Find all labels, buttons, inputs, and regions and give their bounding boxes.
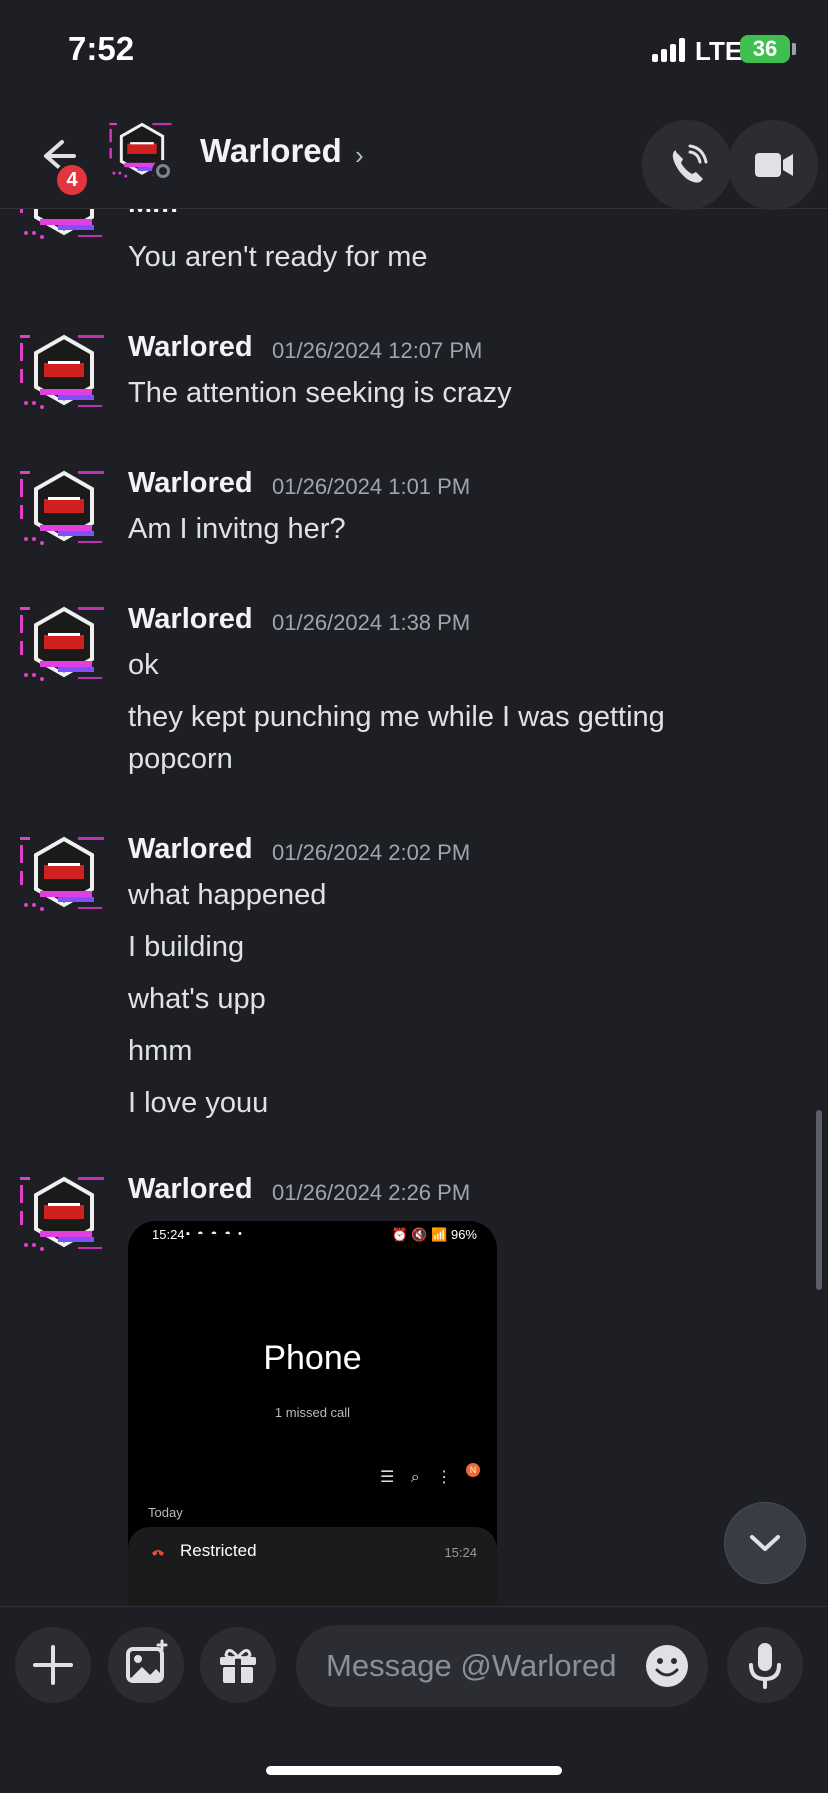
microphone-icon [749,1643,781,1689]
message-author[interactable]: Warlored [128,467,253,500]
channel-title[interactable]: Warlored [200,132,342,170]
status-bar: 7:52 LTE 36 [0,0,828,100]
video-camera-icon [755,153,793,177]
presence-status-icon [152,160,174,182]
message-timestamp: 01/26/2024 2:02 PM [272,840,471,865]
avatar[interactable] [18,331,110,415]
message-timestamp: 01/26/2024 2:26 PM [272,1180,471,1205]
message-author[interactable]: Warlored [128,331,253,364]
message-text: I love youu [128,1087,269,1119]
voice-message-button[interactable] [727,1627,803,1703]
gift-button[interactable] [200,1627,276,1703]
signal-icon [652,38,688,62]
missed-call-icon [152,1550,164,1556]
image-icon [126,1639,168,1683]
attachment-call-time: 15:24 [444,1545,477,1560]
avatar[interactable] [18,1173,110,1257]
message-timestamp: 01/26/2024 1:01 PM [272,474,471,499]
message-text: ok [128,649,159,681]
phone-icon [672,144,708,183]
message-input[interactable] [324,1643,628,1689]
message-author[interactable]: Warlored [128,1173,253,1206]
unread-badge: 4 [54,162,90,198]
battery-cap [792,43,796,55]
message-author[interactable]: Warlored [128,603,253,636]
attachment-status-right: ⏰ 🔇 📶 96% [391,1227,477,1242]
attachment-missed-call: 1 missed call [274,1405,351,1420]
chevron-down-icon [750,1535,780,1551]
home-indicator[interactable] [266,1766,562,1775]
attachment-call-name: Restricted [180,1541,257,1560]
attachment-toolbar-icons: ☰ ⌕ ⋮ [380,1469,459,1486]
attachment-status-icons: ▪ ◓ ◓ ◓ • [186,1228,244,1240]
message-text: The attention seeking is crazy [128,377,512,409]
battery-level: 36 [752,36,778,61]
voice-call-button[interactable] [642,120,732,210]
chevron-right-icon[interactable]: › [355,140,364,171]
emoji-icon[interactable] [644,1643,690,1689]
status-time: 7:52 [68,30,135,67]
avatar[interactable] [18,467,110,551]
message-list[interactable]: Mm You aren't ready for me Warlored 01/2… [0,209,828,1605]
scrollbar[interactable] [816,1110,822,1290]
attachment-call-row: Restricted 15:24 [128,1527,497,1605]
message-text: they kept punching me while I was gettin… [128,701,665,733]
jump-to-bottom-button[interactable] [724,1502,806,1584]
message-text: hmm [128,1035,193,1067]
attachment-section-today: Today [148,1505,183,1520]
message-author[interactable]: Warlored [128,833,253,866]
message-text: what happened [128,879,327,911]
image-attachment[interactable]: 15:24 ▪ ◓ ◓ ◓ • ⏰ 🔇 📶 96% Phone 1 missed… [128,1221,497,1605]
avatar[interactable] [18,603,110,687]
attachment-status-time: 15:24 [152,1227,185,1242]
gift-icon [220,1649,256,1683]
message-text: what's upp [128,983,266,1015]
attachment-notification-badge: N [466,1463,480,1477]
avatar[interactable] [18,833,110,917]
message-text: I building [128,931,245,963]
attachment-phone-title: Phone [263,1339,362,1377]
network-label: LTE [695,36,743,66]
message-input-container[interactable] [296,1625,708,1707]
plus-icon [33,1645,73,1685]
message-text: You aren't ready for me [128,241,428,273]
message-timestamp: 01/26/2024 1:38 PM [272,610,471,635]
image-picker-button[interactable] [108,1627,184,1703]
message-text: Am I invitng her? [128,513,346,545]
chat-header: 4 Warlored › [0,100,828,210]
video-call-button[interactable] [728,120,818,210]
message-text-continued: popcorn [128,743,233,775]
message-timestamp: 01/26/2024 12:07 PM [272,338,483,363]
battery-icon: 36 [740,35,790,63]
avatar[interactable] [18,209,110,245]
add-attachment-button[interactable] [15,1627,91,1703]
message-author[interactable]: Mm [128,209,178,220]
message-composer [0,1606,828,1793]
